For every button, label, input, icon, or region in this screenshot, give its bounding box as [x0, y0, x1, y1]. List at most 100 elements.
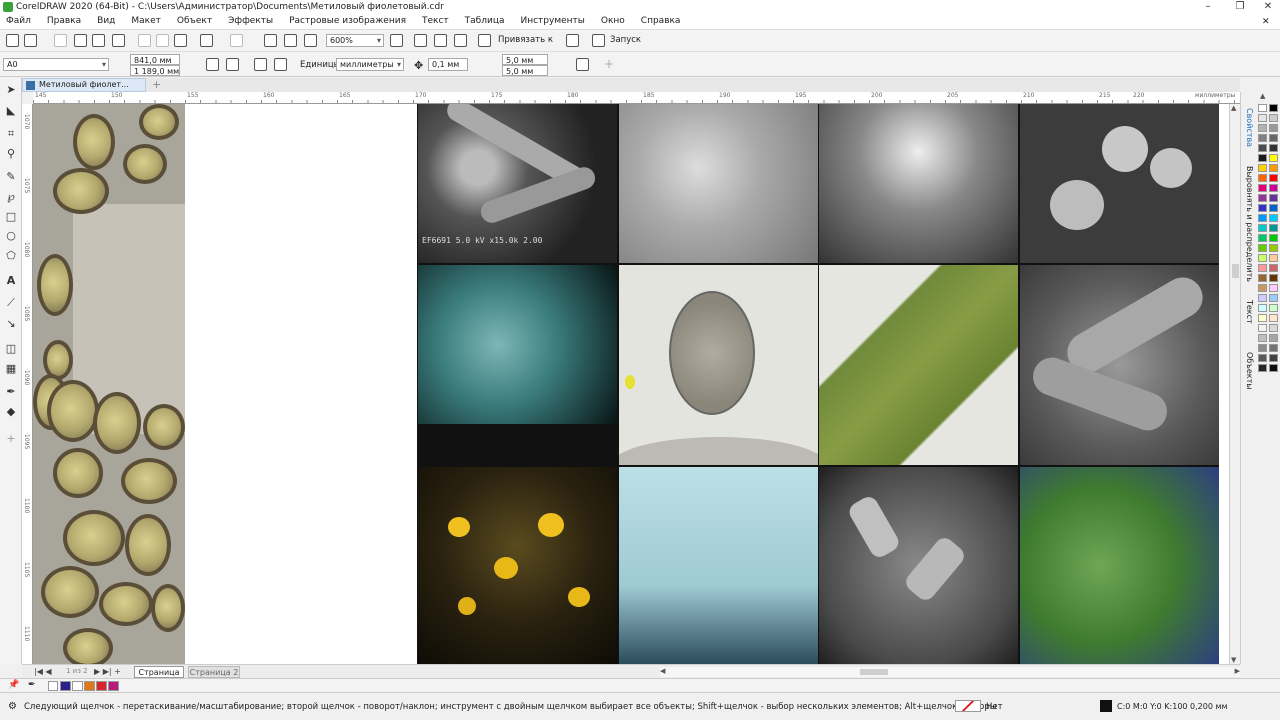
horizontal-scrollbar[interactable]: ◀ ▶	[660, 667, 1240, 677]
menu-table[interactable]: Таблица	[457, 14, 513, 29]
cocci-sem-image[interactable]	[619, 104, 818, 263]
vertical-scroll-thumb[interactable]	[1232, 264, 1239, 278]
docker-align-tab[interactable]: Выровнять и распределить	[1241, 164, 1257, 284]
rectangle-tool-icon[interactable]: □	[5, 211, 17, 223]
palette-swatch[interactable]	[1269, 304, 1278, 312]
open-icon[interactable]	[24, 34, 37, 47]
interactive-fill-icon[interactable]: ◆	[5, 406, 17, 418]
palette-swatch[interactable]	[1269, 134, 1278, 142]
drawing-canvas[interactable]: EF6691 5.0 kV x15.0k 2.00	[33, 104, 1229, 664]
palette-swatch[interactable]	[1258, 324, 1267, 332]
upload-icon[interactable]	[92, 34, 105, 47]
palette-swatch[interactable]	[1269, 144, 1278, 152]
launch-dropdown[interactable]: Запуск	[610, 35, 641, 45]
palette-swatch[interactable]	[1258, 344, 1267, 352]
palette-swatch[interactable]	[1258, 224, 1267, 232]
palette-swatch[interactable]	[1269, 274, 1278, 282]
palette-swatch[interactable]	[1269, 284, 1278, 292]
palette-swatch[interactable]	[1269, 124, 1278, 132]
add-preset-icon[interactable]: +	[604, 57, 614, 71]
palette-swatch[interactable]	[1258, 274, 1267, 282]
page-height-field[interactable]: 1 189,0 мм	[130, 65, 180, 76]
palette-swatch[interactable]	[1258, 174, 1267, 182]
palette-swatch[interactable]	[1258, 214, 1267, 222]
page-tab-1[interactable]: Страница 1	[134, 666, 184, 688]
crop-tool-icon[interactable]: ⌗	[5, 128, 17, 140]
fungal-hyphae-image[interactable]	[619, 467, 818, 664]
launch-icon[interactable]	[592, 34, 605, 47]
radiolarian-light-image[interactable]	[619, 265, 818, 465]
palette-swatch[interactable]	[1269, 214, 1278, 222]
treat-as-filled-icon[interactable]	[576, 58, 589, 71]
close-document-icon[interactable]: ✕	[1262, 17, 1270, 27]
full-screen-icon[interactable]	[390, 34, 403, 47]
palette-swatch[interactable]	[1269, 324, 1278, 332]
units-select[interactable]: миллиметры	[336, 58, 404, 71]
export-pdf-icon[interactable]	[304, 34, 317, 47]
docker-properties-tab[interactable]: Свойства	[1241, 98, 1257, 158]
menu-effects[interactable]: Эффекты	[220, 14, 281, 29]
palette-swatch[interactable]	[1258, 364, 1267, 372]
document-palette-swatch[interactable]	[72, 681, 83, 691]
pick-tool-icon[interactable]: ➤	[5, 84, 17, 96]
docker-objects-tab[interactable]: Объекты	[1241, 344, 1257, 398]
capsule-bacteria-sem-image[interactable]	[819, 467, 1018, 664]
next-page-icon[interactable]: ▶ ▶| +	[94, 667, 121, 676]
save-icon[interactable]	[54, 34, 67, 47]
new-tab-icon[interactable]: +	[152, 78, 161, 91]
minimize-icon[interactable]: –	[1196, 0, 1220, 14]
zoom-level-select[interactable]: 600%	[326, 34, 384, 47]
parallel-dimension-icon[interactable]: ⟋	[5, 297, 17, 309]
redo-icon[interactable]	[230, 34, 243, 47]
microscope-eggs-image[interactable]	[33, 104, 185, 664]
palette-swatch[interactable]	[1269, 154, 1278, 162]
palette-swatch[interactable]	[1258, 114, 1267, 122]
palette-swatch[interactable]	[1269, 294, 1278, 302]
current-page-icon[interactable]	[274, 58, 287, 71]
text-tool-icon[interactable]: A	[5, 275, 17, 287]
palette-swatch[interactable]	[1269, 244, 1278, 252]
scroll-right-icon[interactable]: ▶	[1235, 667, 1240, 675]
first-page-icon[interactable]: |◀ ◀	[34, 667, 52, 676]
palette-swatch[interactable]	[1258, 144, 1267, 152]
close-icon[interactable]: ✕	[1256, 0, 1280, 14]
quick-customize-icon[interactable]: +	[5, 433, 17, 445]
palette-swatch[interactable]	[1258, 254, 1267, 262]
page-size-select[interactable]: A0	[3, 58, 109, 71]
no-color-swatch[interactable]	[48, 681, 58, 691]
menu-window[interactable]: Окно	[593, 14, 633, 29]
export-icon[interactable]	[284, 34, 297, 47]
show-grid-icon[interactable]	[434, 34, 447, 47]
palette-swatch[interactable]	[1258, 164, 1267, 172]
color-palette[interactable]: ▲	[1256, 92, 1280, 664]
green-bacteria-sem-image[interactable]	[1020, 467, 1219, 664]
menu-help[interactable]: Справка	[633, 14, 689, 29]
menu-object[interactable]: Объект	[169, 14, 220, 29]
palette-swatch[interactable]	[1269, 104, 1278, 112]
drop-shadow-icon[interactable]: ◫	[5, 343, 17, 355]
landscape-icon[interactable]	[226, 58, 239, 71]
page-width-field[interactable]: 841,0 мм	[130, 54, 180, 65]
pin-icon[interactable]: 📌	[8, 680, 19, 690]
snap-to-dropdown[interactable]: Привязать к	[498, 35, 553, 45]
palette-swatch[interactable]	[1258, 354, 1267, 362]
docker-text-tab[interactable]: Текст	[1241, 290, 1257, 334]
document-palette-swatch[interactable]	[84, 681, 95, 691]
e-coli-sem-image[interactable]: EF6691 5.0 kV x15.0k 2.00	[418, 104, 617, 263]
nudge-distance-field[interactable]: 0,1 мм	[428, 58, 468, 71]
palette-swatch[interactable]	[1269, 334, 1278, 342]
menu-edit[interactable]: Правка	[39, 14, 89, 29]
duplicate-y-field[interactable]: 5,0 мм	[502, 65, 548, 76]
eyedropper-icon[interactable]: ✒	[5, 386, 17, 398]
palette-swatch[interactable]	[1258, 124, 1267, 132]
spore-sem-image[interactable]	[1020, 104, 1219, 263]
freehand-tool-icon[interactable]: ✎	[5, 171, 17, 183]
horizontal-scroll-thumb[interactable]	[860, 669, 888, 675]
search-content-icon[interactable]	[74, 34, 87, 47]
palette-swatch[interactable]	[1269, 254, 1278, 262]
algae-filaments-image[interactable]	[819, 265, 1018, 465]
palette-swatch[interactable]	[1258, 204, 1267, 212]
palette-swatch[interactable]	[1269, 194, 1278, 202]
palette-swatch[interactable]	[1258, 154, 1267, 162]
scroll-up-icon[interactable]: ▲	[1231, 104, 1236, 112]
